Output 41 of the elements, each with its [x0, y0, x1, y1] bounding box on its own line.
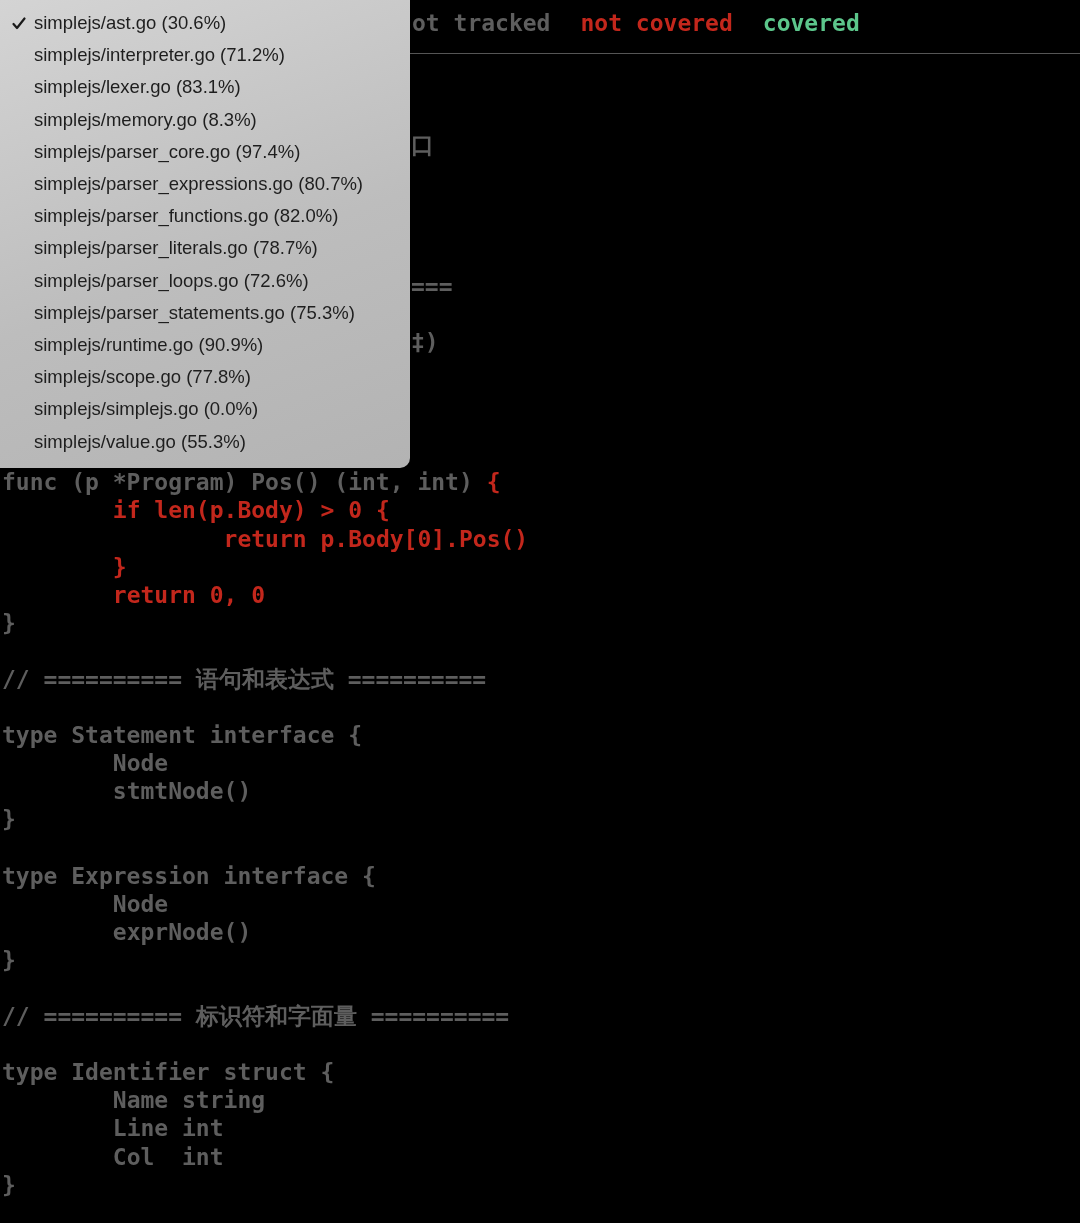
code-line: Node: [111, 749, 169, 778]
code-fragment: ===: [411, 271, 453, 300]
code-line: return 0, 0: [111, 580, 266, 609]
code-line: Col int: [111, 1142, 224, 1171]
code-line: }: [111, 552, 127, 581]
legend-label: ot tracked: [412, 9, 551, 36]
menu-item[interactable]: simplejs/runtime.go (90.9%): [0, 328, 410, 362]
code-fragment: 口: [411, 131, 434, 160]
code-line: type Expression interface {: [2, 861, 376, 890]
code-line: // ========== 语句和表达式 ==========: [2, 664, 487, 694]
code-line: }: [2, 1170, 16, 1199]
menu-item[interactable]: simplejs/ast.go (30.6%): [0, 7, 410, 40]
code-line: }: [2, 608, 16, 637]
menu-item[interactable]: simplejs/parser_loops.go (72.6%): [0, 264, 410, 297]
code-line: return p.Body[0].Pos(): [222, 524, 529, 553]
legend-label: not covered: [580, 9, 733, 36]
code-line: }: [2, 805, 16, 834]
code-line: exprNode(): [111, 917, 252, 946]
menu-item[interactable]: simplejs/parser_expressions.go (80.7%): [0, 167, 410, 201]
code-line: type Statement interface {: [2, 721, 363, 750]
code-line: stmtNode(): [111, 777, 252, 806]
menu-item[interactable]: simplejs/parser_core.go (97.4%): [0, 135, 410, 168]
code-line: if len(p.Body) > 0 {: [111, 496, 390, 525]
code-line: // ========== 标识符和字面量 ==========: [2, 1002, 510, 1031]
code-line: Line int: [111, 1114, 224, 1143]
menu-item[interactable]: simplejs/memory.go (8.3%): [0, 103, 410, 136]
legend-label: covered: [762, 9, 860, 36]
code-fragment: ‡): [411, 327, 439, 356]
code-line: Node: [111, 889, 169, 918]
menu-item[interactable]: simplejs/lexer.go (83.1%): [0, 71, 410, 104]
menu-item[interactable]: simplejs/parser_functions.go (82.0%): [0, 200, 410, 233]
menu-item[interactable]: simplejs/interpreter.go (71.2%): [0, 39, 410, 72]
menu-item[interactable]: simplejs/parser_statements.go (75.3%): [0, 296, 410, 329]
code-line: func (p *Program) Pos() (int, int) {: [2, 468, 501, 497]
code-line: type Identifier struct {: [2, 1058, 335, 1087]
menu-item[interactable]: simplejs/value.go (55.3%): [0, 425, 410, 458]
code-line: }: [2, 945, 16, 974]
code-line: Name string: [111, 1086, 266, 1115]
menu-item[interactable]: simplejs/simplejs.go (0.0%): [0, 393, 410, 426]
menu-item[interactable]: simplejs/scope.go (77.8%): [0, 361, 410, 394]
menu-item[interactable]: simplejs/parser_literals.go (78.7%): [0, 232, 410, 265]
